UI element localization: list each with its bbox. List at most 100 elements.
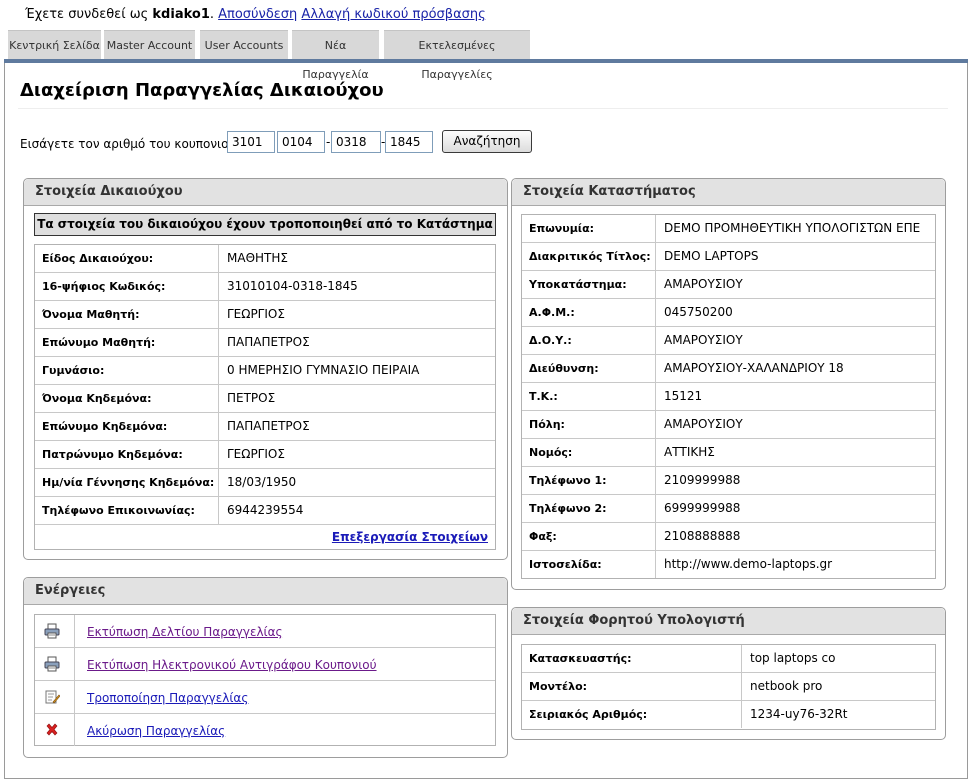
action-icon-cell	[35, 648, 75, 680]
action-icon-cell	[35, 714, 75, 746]
coupon-part-2-input[interactable]: 0104	[277, 131, 325, 153]
beneficiary-value: ΓΕΩΡΓΙΟΣ	[227, 447, 285, 461]
store-value: 2109999988	[664, 473, 741, 487]
login-status: Έχετε συνδεθεί ως kdiako1. Αποσύνδεση Αλ…	[25, 7, 486, 22]
beneficiary-row: Όνομα Μαθητή: ΓΕΩΡΓΙΟΣ	[35, 301, 495, 329]
store-label: Φαξ:	[522, 523, 656, 550]
action-link[interactable]: Ακύρωση Παραγγελίας	[87, 724, 225, 738]
action-icon-cell	[35, 615, 75, 647]
logout-link[interactable]: Αποσύνδεση	[218, 7, 297, 22]
laptop-value: top laptops co	[750, 651, 836, 665]
edit-icon[interactable]	[44, 689, 60, 705]
laptop-value: 1234-uy76-32Rt	[750, 707, 848, 721]
tab-user-accounts[interactable]: User Accounts	[200, 30, 288, 59]
store-label: Τηλέφωνο 1:	[522, 467, 656, 494]
store-label: Ιστοσελίδα:	[522, 551, 656, 578]
beneficiary-panel-title: Στοιχεία Δικαιούχου	[24, 179, 507, 206]
beneficiary-value: ΓΕΩΡΓΙΟΣ	[227, 307, 285, 321]
actions-list: Εκτύπωση Δελτίου Παραγγελίας Εκτύπωση Ηλε…	[34, 614, 496, 746]
beneficiary-row: Τηλέφωνο Επικοινωνίας: 6944239554	[35, 497, 495, 525]
beneficiary-row: Όνομα Κηδεμόνα: ΠΕΤΡΟΣ	[35, 385, 495, 413]
store-row: Επωνυμία: DEMO ΠΡΟΜΗΘΕΥΤΙΚΗ ΥΠΟΛΟΓΙΣΤΩΝ Ε…	[522, 215, 935, 243]
beneficiary-label: 16-ψήφιος Κωδικός:	[35, 273, 219, 300]
beneficiary-value: ΠΑΠΑΠΕΤΡΟΣ	[227, 419, 310, 433]
title-divider	[18, 108, 948, 109]
store-row: Τ.Κ.: 15121	[522, 383, 935, 411]
store-row: Φαξ: 2108888888	[522, 523, 935, 551]
action-item: Ακύρωση Παραγγελίας	[35, 714, 495, 747]
beneficiary-row: Είδος Δικαιούχου: ΜΑΘΗΤΗΣ	[35, 245, 495, 273]
store-row: Διεύθυνση: ΑΜΑΡΟΥΣΙΟΥ-ΧΑΛΑΝΔΡΙΟΥ 18	[522, 355, 935, 383]
actions-panel-title: Ενέργειες	[24, 578, 507, 605]
beneficiary-row: Γυμνάσιο: 0 ΗΜΕΡΗΣΙΟ ΓΥΜΝΑΣΙΟ ΠΕΙΡΑΙΑ	[35, 357, 495, 385]
beneficiary-label: Πατρώνυμο Κηδεμόνα:	[35, 441, 219, 468]
store-row: Τηλέφωνο 1: 2109999988	[522, 467, 935, 495]
store-value: 15121	[664, 389, 703, 403]
tab-master-account[interactable]: Master Account	[104, 30, 195, 59]
edit-row: Επεξεργασία Στοιχείων	[35, 525, 495, 551]
store-row: Νομός: ΑΤΤΙΚΗΣ	[522, 439, 935, 467]
store-value: http://www.demo-laptops.gr	[664, 557, 833, 571]
store-value: ΑΜΑΡΟΥΣΙΟΥ	[664, 417, 743, 431]
store-value: 2108888888	[664, 529, 741, 543]
coupon-part-1-input[interactable]: 3101	[227, 131, 275, 153]
action-link[interactable]: Τροποποίηση Παραγγελίας	[87, 691, 248, 705]
action-link[interactable]: Εκτύπωση Ηλεκτρονικού Αντιγράφου Κουπονι…	[87, 658, 377, 672]
laptop-row: Κατασκευαστής: top laptops co	[522, 645, 935, 673]
store-row: Δ.Ο.Υ.: ΑΜΑΡΟΥΣΙΟΥ	[522, 327, 935, 355]
store-row: Διακριτικός Τίτλος: DEMO LAPTOPS	[522, 243, 935, 271]
search-button[interactable]: Αναζήτηση	[442, 130, 532, 153]
tab-new-order[interactable]: Νέα Παραγγελία	[292, 30, 379, 81]
tab-completed-orders[interactable]: Εκτελεσμένες Παραγγελίες	[384, 30, 530, 81]
coupon-part-4-input[interactable]: 1845	[385, 131, 433, 153]
store-value: 6999999988	[664, 501, 741, 515]
store-label: Πόλη:	[522, 411, 656, 438]
delete-icon[interactable]	[44, 722, 60, 738]
store-value: ΑΜΑΡΟΥΣΙΟΥ	[664, 333, 743, 347]
beneficiary-label: Γυμνάσιο:	[35, 357, 219, 384]
page-title: Διαχείριση Παραγγελίας Δικαιούχου	[20, 80, 384, 101]
beneficiary-value: 6944239554	[227, 503, 304, 517]
beneficiary-label: Όνομα Μαθητή:	[35, 301, 219, 328]
store-label: Υποκατάστημα:	[522, 271, 656, 298]
beneficiary-row: Ημ/νία Γέννησης Κηδεμόνα: 18/03/1950	[35, 469, 495, 497]
coupon-part-3-input[interactable]: 0318	[331, 131, 381, 153]
action-link[interactable]: Εκτύπωση Δελτίου Παραγγελίας	[87, 625, 283, 639]
store-label: Επωνυμία:	[522, 215, 656, 242]
printer-icon[interactable]	[44, 623, 60, 639]
beneficiary-value: 0 ΗΜΕΡΗΣΙΟ ΓΥΜΝΑΣΙΟ ΠΕΙΡΑΙΑ	[227, 363, 420, 377]
store-value: ΑΤΤΙΚΗΣ	[664, 445, 715, 459]
store-table: Επωνυμία: DEMO ΠΡΟΜΗΘΕΥΤΙΚΗ ΥΠΟΛΟΓΙΣΤΩΝ Ε…	[521, 214, 936, 579]
store-row: Πόλη: ΑΜΑΡΟΥΣΙΟΥ	[522, 411, 935, 439]
action-item: Εκτύπωση Ηλεκτρονικού Αντιγράφου Κουπονι…	[35, 648, 495, 681]
action-icon-cell	[35, 681, 75, 713]
beneficiary-value: 31010104-0318-1845	[227, 279, 358, 293]
login-prefix: Έχετε συνδεθεί ως	[25, 7, 149, 22]
store-value: ΑΜΑΡΟΥΣΙΟΥ-ΧΑΛΑΝΔΡΙΟΥ 18	[664, 361, 844, 375]
store-label: Δ.Ο.Υ.:	[522, 327, 656, 354]
laptop-value: netbook pro	[750, 679, 823, 693]
edit-details-link[interactable]: Επεξεργασία Στοιχείων	[332, 530, 488, 544]
printer-icon[interactable]	[44, 656, 60, 672]
store-value: ΑΜΑΡΟΥΣΙΟΥ	[664, 277, 743, 291]
beneficiary-label: Επώνυμο Κηδεμόνα:	[35, 413, 219, 440]
laptop-row: Σειριακός Αριθμός: 1234-uy76-32Rt	[522, 701, 935, 729]
beneficiary-label: Τηλέφωνο Επικοινωνίας:	[35, 497, 219, 524]
beneficiary-row: 16-ψήφιος Κωδικός: 31010104-0318-1845	[35, 273, 495, 301]
beneficiary-row: Πατρώνυμο Κηδεμόνα: ΓΕΩΡΓΙΟΣ	[35, 441, 495, 469]
store-label: Α.Φ.Μ.:	[522, 299, 656, 326]
beneficiary-value: ΠΑΠΑΠΕΤΡΟΣ	[227, 335, 310, 349]
tab-home[interactable]: Κεντρική Σελίδα	[8, 30, 101, 59]
beneficiary-label: Είδος Δικαιούχου:	[35, 245, 219, 272]
laptop-row: Μοντέλο: netbook pro	[522, 673, 935, 701]
beneficiary-label: Επώνυμο Μαθητή:	[35, 329, 219, 356]
change-password-link[interactable]: Αλλαγή κωδικού πρόσβασης	[301, 7, 485, 22]
action-item: Εκτύπωση Δελτίου Παραγγελίας	[35, 615, 495, 648]
beneficiary-value: 18/03/1950	[227, 475, 297, 489]
beneficiary-table: Είδος Δικαιούχου: ΜΑΘΗΤΗΣ 16-ψήφιος Κωδικό…	[34, 244, 496, 550]
username: kdiako1	[152, 7, 210, 22]
store-value: 045750200	[664, 305, 733, 319]
laptop-label: Κατασκευαστής:	[522, 645, 742, 672]
beneficiary-label: Όνομα Κηδεμόνα:	[35, 385, 219, 412]
laptop-table: Κατασκευαστής: top laptops co Μοντέλο: netb…	[521, 644, 936, 730]
